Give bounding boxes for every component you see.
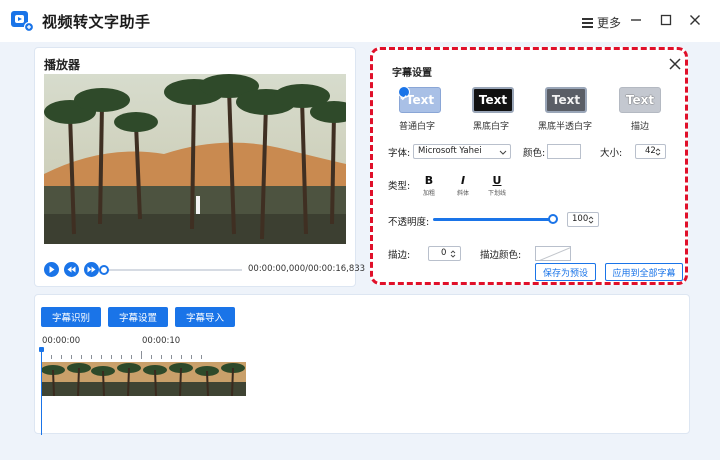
bold-icon: B	[424, 174, 434, 187]
app-title: 视频转文字助手	[42, 13, 151, 31]
stroke-color-picker[interactable]	[535, 246, 571, 261]
preset-sample: Text	[478, 93, 508, 107]
font-value: Microsoft Yahei	[418, 146, 482, 156]
opacity-value: 100	[572, 214, 589, 224]
preset-translucent-bg-white[interactable]: Text	[545, 87, 587, 113]
preset-sample: Text	[551, 93, 581, 107]
chevron-down-icon	[499, 150, 507, 155]
playback-controls: 00:00:00,000/00:00:16,833	[44, 262, 365, 278]
underline-icon: U	[492, 174, 502, 187]
preset-label: 黑底白字	[473, 122, 510, 132]
subtitle-import-button[interactable]: 字幕导入	[175, 307, 235, 327]
font-label: 字体:	[388, 148, 411, 159]
player-title: 播放器	[44, 58, 81, 72]
save-as-preset-button[interactable]: 保存为预设	[535, 263, 596, 281]
player-panel: 播放器 00:00:00,000/00:00:16,833	[34, 47, 365, 287]
size-spinner[interactable]: 42	[635, 144, 666, 159]
button-label: 字幕识别	[51, 313, 90, 324]
progress-track[interactable]	[104, 269, 242, 271]
video-preview[interactable]	[44, 74, 346, 244]
save-preset-label: 保存为预设	[542, 268, 588, 279]
preset-label: 黑底半透白字	[538, 122, 593, 132]
bold-label: 加粗	[422, 190, 435, 197]
font-select[interactable]: Microsoft Yahei	[413, 144, 511, 159]
menu-icon	[582, 18, 593, 28]
opacity-label: 不透明度:	[388, 217, 430, 228]
timeline-playhead[interactable]	[41, 349, 42, 435]
preset-label: 描边	[631, 122, 650, 132]
opacity-slider-track[interactable]	[433, 218, 554, 221]
stroke-color-label: 描边颜色:	[480, 250, 522, 261]
underline-button[interactable]: U 下划线	[486, 174, 508, 197]
preset-black-bg-white[interactable]: Text	[472, 87, 514, 113]
font-color-picker[interactable]	[547, 144, 581, 159]
thumbnail-frames-image	[41, 362, 246, 396]
stroke-value: 0	[441, 248, 447, 258]
video-thumbnail-track[interactable]	[41, 362, 246, 396]
selected-check-icon	[398, 86, 410, 101]
bold-button[interactable]: B 加粗	[418, 174, 440, 197]
stroke-spinner[interactable]: 0	[428, 246, 461, 261]
play-icon	[49, 266, 55, 273]
apply-all-label: 应用到全部字幕	[612, 268, 676, 279]
button-label: 字幕导入	[185, 313, 224, 324]
italic-icon: I	[460, 174, 466, 187]
subtitle-settings-panel: 字幕设置 Text 普通白字 Text 黑底白字 Text 黑底半透白字 Tex…	[370, 47, 688, 285]
app-logo-icon	[11, 11, 34, 33]
preset-label: 普通白字	[399, 122, 436, 132]
apply-to-all-button[interactable]: 应用到全部字幕	[605, 263, 683, 281]
timeline-ruler	[41, 351, 202, 359]
close-icon[interactable]	[667, 56, 683, 72]
underline-label: 下划线	[487, 190, 506, 197]
timeline-mark-time: 00:00:10	[142, 336, 181, 346]
spinner-arrows-icon	[450, 250, 456, 258]
italic-label: 斜体	[456, 190, 469, 197]
rewind-button[interactable]	[64, 262, 79, 277]
subtitle-settings-button[interactable]: 字幕设置	[108, 307, 168, 327]
opacity-slider-handle[interactable]	[548, 214, 558, 224]
playhead-handle[interactable]	[39, 347, 44, 352]
spinner-arrows-icon	[655, 148, 661, 156]
more-menu-button[interactable]: 更多	[582, 14, 621, 31]
more-label: 更多	[597, 16, 622, 30]
no-color-icon	[539, 247, 570, 260]
rewind-icon	[67, 266, 76, 273]
size-label: 大小:	[600, 148, 623, 159]
timeline-panel: 字幕识别 字幕设置 字幕导入 00:00:00 00:00:10	[34, 294, 690, 435]
subtitle-recognition-button[interactable]: 字幕识别	[41, 307, 101, 327]
fast-forward-icon	[87, 266, 96, 273]
preset-sample: Text	[625, 93, 655, 107]
italic-button[interactable]: I 斜体	[452, 174, 474, 197]
preset-outline[interactable]: Text	[619, 87, 661, 113]
spinner-arrows-icon	[588, 216, 594, 224]
video-frame-image	[44, 74, 346, 244]
preset-sample: Text	[405, 93, 435, 107]
play-button[interactable]	[44, 262, 59, 277]
stroke-label: 描边:	[388, 250, 411, 261]
color-label: 颜色:	[523, 148, 546, 159]
fast-forward-button[interactable]	[84, 262, 99, 277]
timeline-start-time: 00:00:00	[42, 336, 81, 346]
progress-handle[interactable]	[99, 265, 109, 275]
maximize-icon[interactable]	[658, 12, 674, 28]
close-window-icon[interactable]	[687, 12, 703, 28]
settings-title: 字幕设置	[392, 68, 432, 79]
title-bar: 视频转文字助手 更多	[0, 0, 720, 42]
opacity-spinner[interactable]: 100	[567, 212, 599, 227]
minimize-icon[interactable]	[628, 12, 644, 28]
time-display: 00:00:00,000/00:00:16,833	[248, 264, 366, 274]
type-label: 类型:	[388, 181, 411, 192]
button-label: 字幕设置	[118, 313, 157, 324]
